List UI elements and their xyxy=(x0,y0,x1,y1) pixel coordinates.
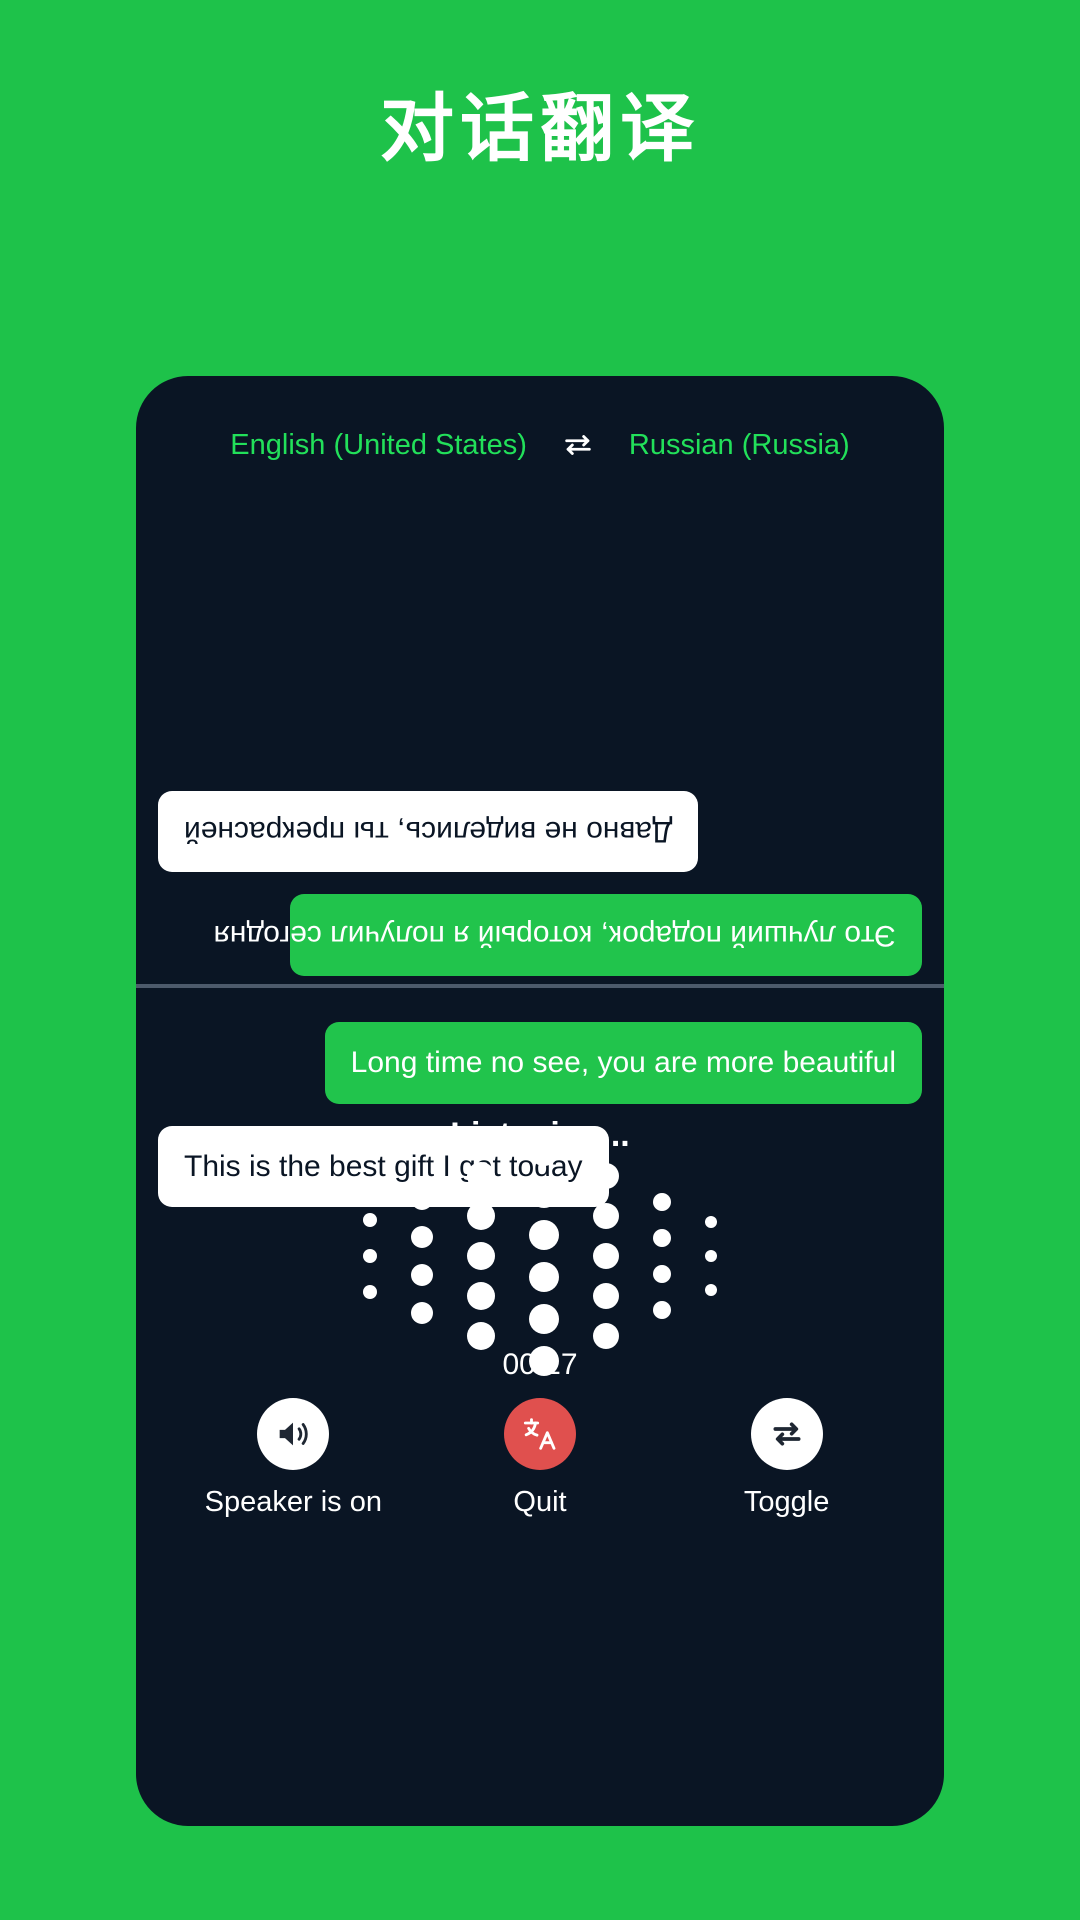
phone-frame: English (United States) Russian (Russia)… xyxy=(136,376,944,1826)
toggle-label: Toggle xyxy=(743,1486,830,1518)
source-language-selector[interactable]: English (United States) xyxy=(230,429,527,462)
waveform-dot xyxy=(593,1243,619,1269)
quit-button[interactable]: Quit xyxy=(425,1398,655,1519)
waveform-dot xyxy=(529,1304,559,1334)
waveform-dot xyxy=(467,1282,495,1310)
waveform-column xyxy=(363,1213,377,1299)
waveform-dot xyxy=(363,1285,377,1299)
message-bubble-translated[interactable]: Long time no see, you are more beautiful xyxy=(324,1022,922,1104)
waveform-dot xyxy=(593,1323,619,1349)
voice-waveform xyxy=(136,1136,944,1376)
waveform-dot xyxy=(411,1226,433,1248)
speaker-toggle-button[interactable]: Speaker is on xyxy=(178,1398,408,1519)
page-title: 对话翻译 xyxy=(380,87,700,170)
waveform-column xyxy=(705,1216,717,1296)
waveform-dot xyxy=(593,1203,619,1229)
waveform-dot xyxy=(705,1216,717,1228)
toggle-button[interactable]: Toggle xyxy=(672,1398,902,1519)
waveform-dot xyxy=(467,1242,495,1270)
message-bubble-source[interactable]: Давно не виделись, ты прекрасней xyxy=(158,791,699,873)
waveform-dot xyxy=(529,1178,559,1208)
waveform-dot xyxy=(467,1322,495,1350)
waveform-column xyxy=(529,1136,559,1376)
waveform-column xyxy=(653,1193,671,1319)
swap-horizontal-icon[interactable] xyxy=(561,428,595,462)
waveform-dot xyxy=(467,1202,495,1230)
waveform-dot xyxy=(653,1301,671,1319)
waveform-dot xyxy=(529,1136,559,1166)
waveform-dot xyxy=(411,1188,433,1210)
speaker-on-icon[interactable] xyxy=(257,1398,330,1470)
waveform-column xyxy=(411,1188,433,1324)
waveform-dot xyxy=(705,1250,717,1262)
screen-root: 对话翻译 English (United States) Russian (Ru… xyxy=(0,0,1080,1920)
speaker-toggle-label: Speaker is on xyxy=(204,1486,382,1518)
quit-label: Quit xyxy=(513,1486,567,1518)
repeat-swap-icon[interactable] xyxy=(750,1398,823,1470)
pane-divider xyxy=(136,984,944,988)
waveform-dot xyxy=(411,1264,433,1286)
waveform-dot xyxy=(593,1283,619,1309)
waveform-dot xyxy=(653,1229,671,1247)
waveform-dot xyxy=(653,1193,671,1211)
control-bar: Speaker is on Quit Toggle xyxy=(136,1398,944,1519)
waveform-column xyxy=(467,1162,495,1350)
waveform-dot xyxy=(363,1249,377,1263)
waveform-dot xyxy=(593,1163,619,1189)
waveform-dot xyxy=(529,1220,559,1250)
target-language-selector[interactable]: Russian (Russia) xyxy=(629,429,850,462)
message-row: Это лучший подарок, который я получил се… xyxy=(158,894,922,976)
waveform-dot xyxy=(529,1262,559,1292)
translate-icon[interactable] xyxy=(503,1398,576,1470)
recording-timer: 00:17 xyxy=(502,1348,578,1381)
waveform-dot xyxy=(411,1302,433,1324)
message-bubble-translated[interactable]: Это лучший подарок, который я получил се… xyxy=(214,894,922,976)
language-bar: English (United States) Russian (Russia) xyxy=(136,428,944,462)
conversation-pane-top[interactable]: Это лучший подарок, который я получил се… xyxy=(136,486,944,986)
waveform-column xyxy=(593,1163,619,1349)
waveform-dot xyxy=(363,1213,377,1227)
message-row: Long time no see, you are more beautiful xyxy=(158,1022,922,1104)
conversation-pane-top-rotated: Это лучший подарок, который я получил се… xyxy=(158,769,922,976)
message-row: Давно не виделись, ты прекрасней xyxy=(158,791,922,873)
waveform-dot xyxy=(705,1284,717,1296)
waveform-dot xyxy=(653,1265,671,1283)
waveform-dot xyxy=(467,1162,495,1190)
